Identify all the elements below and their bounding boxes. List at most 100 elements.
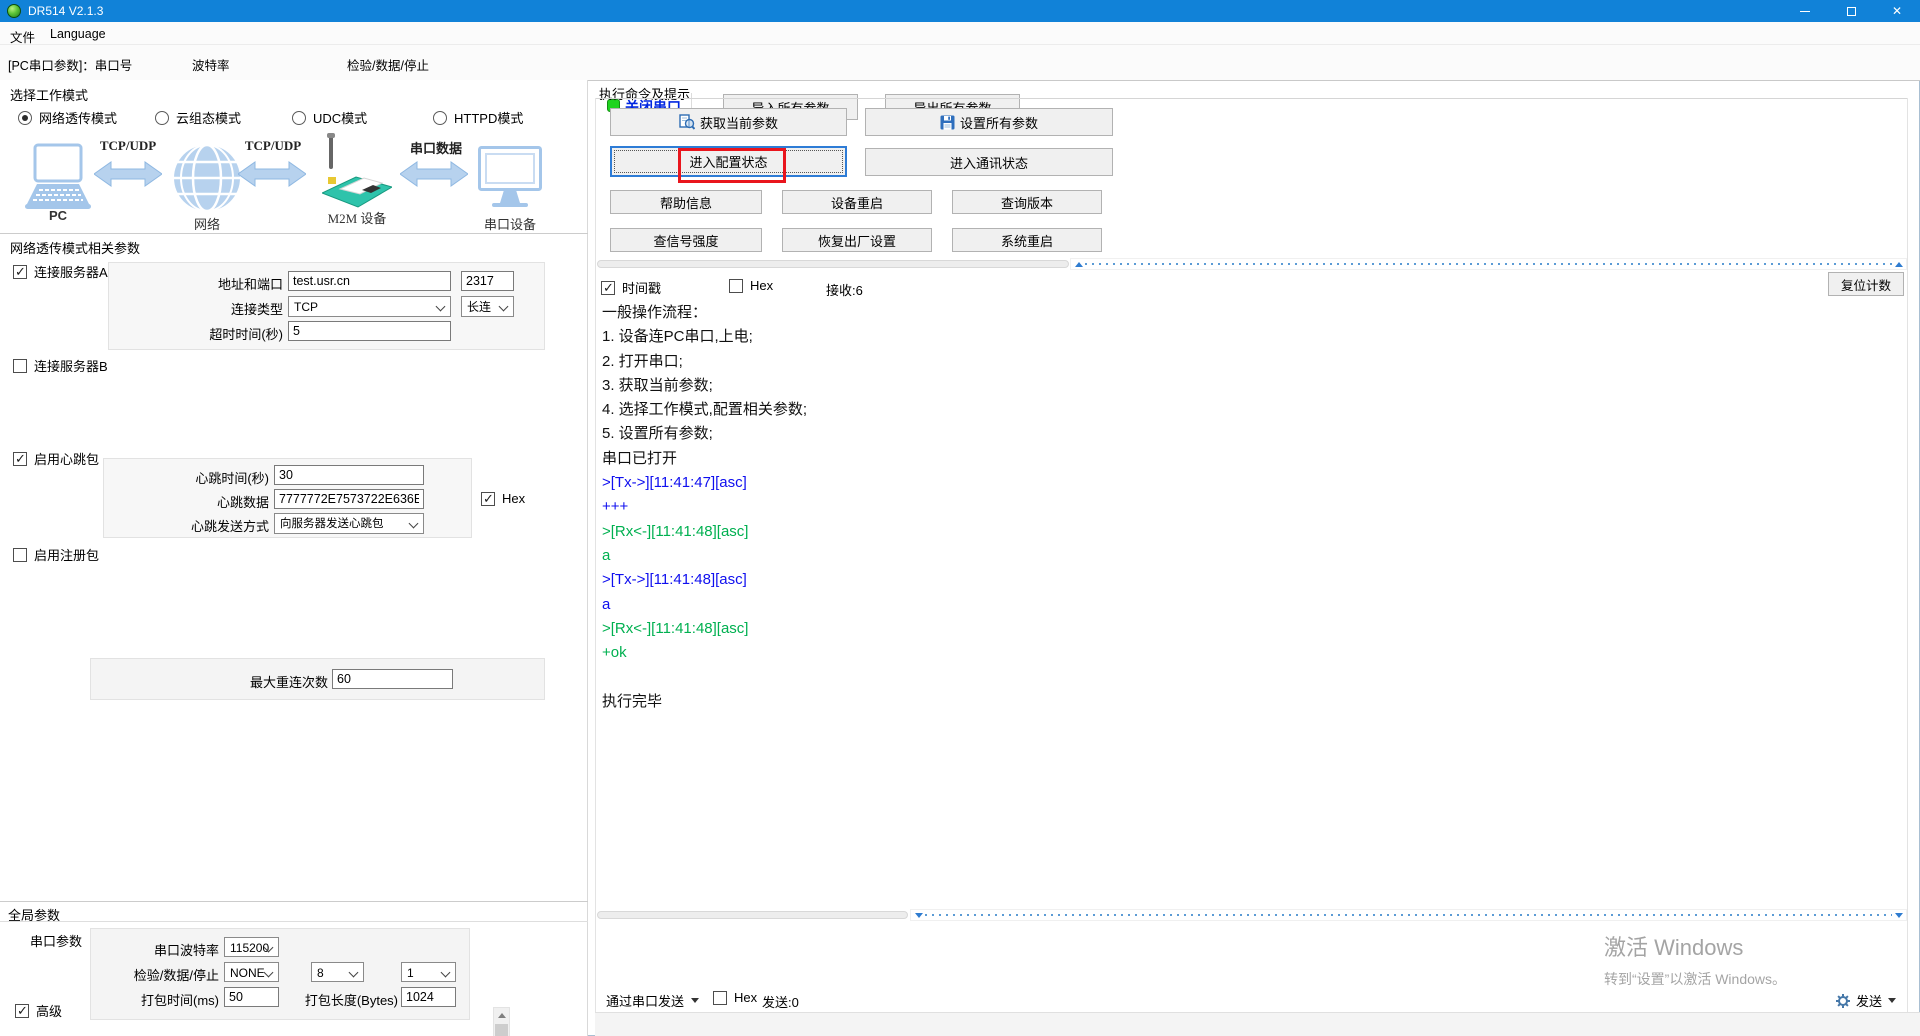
parity-label: 检验/数据/停止 (347, 55, 429, 74)
reconnect-label: 最大重连次数 (91, 672, 328, 691)
log-line: >[Tx->][11:41:47][asc] (602, 471, 1905, 495)
log-hex-checkbox[interactable] (729, 279, 743, 293)
hb-hex-checkbox-row[interactable]: Hex (481, 491, 525, 506)
server-port-input[interactable] (461, 271, 514, 291)
set-params-button[interactable]: 设置所有参数 (865, 108, 1113, 136)
set-params-label: 设置所有参数 (960, 113, 1038, 132)
hb-mode-select[interactable]: 向服务器发送心跳包 (274, 513, 424, 534)
gp-parity-label: 检验/数据/停止 (91, 965, 219, 984)
server-a-checkbox[interactable] (13, 265, 27, 279)
heartbeat-checkbox-row[interactable]: 启用心跳包 (13, 449, 99, 468)
hb-hex-checkbox[interactable] (481, 492, 495, 506)
server-b-checkbox-row[interactable]: 连接服务器B (13, 356, 108, 375)
scroll-up-icon[interactable] (494, 1008, 509, 1023)
serial-device-icon (478, 146, 542, 215)
workmode-option-label: 云组态模式 (176, 108, 241, 127)
workmode-option-label: 网络透传模式 (39, 108, 117, 127)
addr-port-label: 地址和端口 (109, 274, 283, 293)
enter-comm-button[interactable]: 进入通讯状态 (865, 148, 1113, 176)
advanced-checkbox[interactable] (15, 1004, 29, 1018)
send-hex-checkbox-row[interactable]: Hex (713, 990, 757, 1005)
log-line: 5. 设置所有参数; (602, 422, 1905, 446)
factory-reset-button[interactable]: 恢复出厂设置 (782, 228, 932, 252)
conn-type-select[interactable]: TCP (288, 296, 451, 317)
heartbeat-checkbox[interactable] (13, 452, 27, 466)
send-button[interactable]: 发送 (1836, 991, 1896, 1010)
splitter-handle[interactable] (910, 909, 1907, 921)
pack-len-input[interactable] (401, 987, 456, 1007)
hb-data-input[interactable] (274, 489, 424, 509)
via-serial-dropdown[interactable]: 通过串口发送 (606, 991, 699, 1010)
network-label: 网络 (170, 214, 244, 233)
splitter-dots (1085, 263, 1892, 265)
hb-data-label: 心跳数据 (104, 492, 269, 511)
via-serial-label: 通过串口发送 (606, 991, 684, 1010)
log-hex-checkbox-row[interactable]: Hex (729, 278, 773, 293)
conn-mode-select[interactable]: 长连 (461, 296, 514, 317)
gp-parity-select[interactable]: NONE (224, 962, 279, 982)
scrollbar-thumb[interactable] (495, 1024, 508, 1036)
pc-label: PC (25, 208, 91, 223)
menu-item-language[interactable]: Language (44, 25, 112, 43)
system-reboot-button[interactable]: 系统重启 (952, 228, 1102, 252)
baud-label: 波特率 (192, 55, 230, 74)
send-hex-checkbox[interactable] (713, 991, 727, 1005)
log-line: +ok (602, 641, 1905, 665)
register-checkbox-row[interactable]: 启用注册包 (13, 545, 99, 564)
server-addr-input[interactable] (288, 271, 451, 291)
pack-time-input[interactable] (224, 987, 279, 1007)
gp-databits-select[interactable]: 8 (311, 962, 364, 982)
section-divider (0, 233, 588, 234)
server-b-checkbox[interactable] (13, 359, 27, 373)
signal-strength-button[interactable]: 查信号强度 (610, 228, 762, 252)
workmode-option-4[interactable]: HTTPD模式 (433, 108, 523, 127)
section-divider (0, 921, 588, 922)
minimize-button[interactable] (1782, 0, 1828, 22)
timestamp-checkbox-row[interactable]: 时间戳 (601, 278, 661, 297)
title-bar: DR514 V2.1.3 ✕ (0, 0, 1920, 22)
send-textarea[interactable] (597, 922, 1905, 984)
timeout-label: 超时时间(秒) (109, 324, 283, 343)
splitter-collapse-icon (1895, 913, 1903, 918)
section-divider (0, 901, 588, 902)
log-line: +++ (602, 495, 1905, 519)
reset-count-button[interactable]: 复位计数 (1828, 272, 1904, 296)
gp-baud-label: 串口波特率 (91, 940, 219, 959)
send-label: 发送 (1856, 991, 1882, 1010)
close-button[interactable]: ✕ (1874, 0, 1920, 22)
reconnect-input[interactable] (332, 669, 453, 689)
advanced-checkbox-row[interactable]: 高级 (15, 1001, 62, 1020)
hb-time-label: 心跳时间(秒) (104, 468, 269, 487)
maximize-button[interactable] (1828, 0, 1874, 22)
query-version-button[interactable]: 查询版本 (952, 190, 1102, 214)
m2m-label: M2M 设备 (312, 208, 402, 227)
gp-stopbits-select[interactable]: 1 (401, 962, 456, 982)
splitter-handle[interactable] (1070, 258, 1907, 270)
advanced-label: 高级 (36, 1001, 62, 1020)
hb-time-input[interactable] (274, 465, 424, 485)
device-reboot-button[interactable]: 设备重启 (782, 190, 932, 214)
splitter-track[interactable] (597, 260, 1069, 268)
radio-icon (18, 111, 32, 125)
server-a-checkbox-row[interactable]: 连接服务器A (13, 262, 108, 281)
splitter-track[interactable] (597, 911, 908, 919)
timestamp-checkbox[interactable] (601, 281, 615, 295)
help-button[interactable]: 帮助信息 (610, 190, 762, 214)
left-scrollbar[interactable] (493, 1007, 510, 1036)
arrow-icon (94, 160, 162, 193)
workmode-option-2[interactable]: 云组态模式 (155, 108, 241, 127)
log-output[interactable]: 一般操作流程：1. 设备连PC串口,上电;2. 打开串口;3. 获取当前参数;4… (597, 301, 1905, 907)
get-params-icon (679, 114, 695, 130)
gp-baud-select[interactable]: 115200 (224, 937, 279, 957)
enter-config-button[interactable]: 进入配置状态 (610, 146, 847, 177)
log-line: 3. 获取当前参数; (602, 374, 1905, 398)
get-params-button[interactable]: 获取当前参数 (610, 108, 847, 136)
workmode-option-3[interactable]: UDC模式 (292, 108, 367, 127)
link2-label: TCP/UDP (233, 138, 313, 154)
arrow-icon (238, 160, 306, 193)
timeout-input[interactable] (288, 321, 451, 341)
workmode-option-1[interactable]: 网络透传模式 (18, 108, 117, 127)
chevron-down-icon (1888, 998, 1896, 1003)
serial-port-label: [PC串口参数]：串口号 (8, 55, 132, 74)
register-checkbox[interactable] (13, 548, 27, 562)
